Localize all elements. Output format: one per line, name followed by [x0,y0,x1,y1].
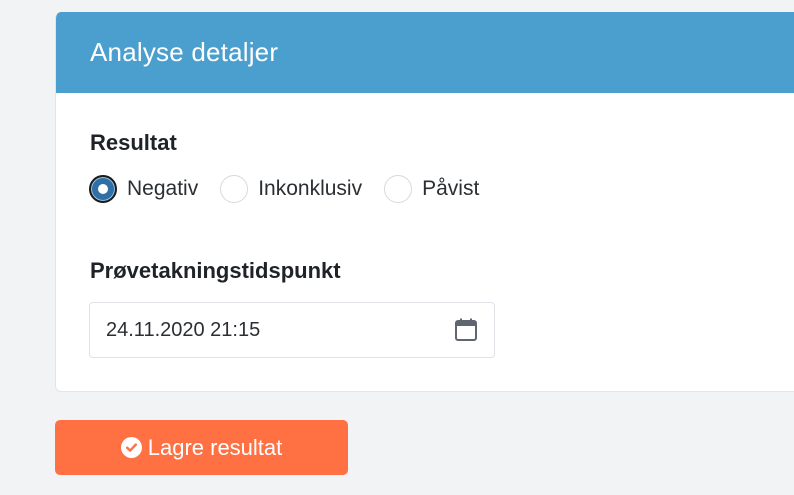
check-circle-icon [120,437,142,458]
radio-inkonklusiv-circle[interactable] [220,175,249,203]
calendar-icon[interactable] [452,316,480,344]
card-header: Analyse detaljer [56,12,794,93]
radio-pavist-label: Påvist [422,177,480,200]
analysis-details-card: Analyse detaljer Resultat Negativ Inkonk… [55,12,794,392]
sampling-time-input[interactable]: 24.11.2020 21:15 [89,302,495,358]
radio-pavist[interactable]: Påvist [384,175,479,203]
radio-negativ-label: Negativ [127,177,199,200]
radio-inkonklusiv[interactable]: Inkonklusiv [220,175,362,203]
sampling-time-label: Prøvetakningstidspunkt [90,258,341,283]
save-result-button[interactable]: Lagre resultat [55,420,348,475]
sampling-time-value[interactable]: 24.11.2020 21:15 [106,319,452,342]
save-result-label: Lagre resultat [147,434,283,460]
result-label: Resultat [90,130,177,155]
result-radio-group: Negativ Inkonklusiv Påvist [89,175,501,203]
radio-pavist-circle[interactable] [384,175,413,203]
radio-negativ[interactable]: Negativ [89,175,198,203]
card-title: Analyse detaljer [90,37,279,67]
radio-negativ-circle[interactable] [89,175,117,203]
radio-inkonklusiv-label: Inkonklusiv [258,177,363,200]
